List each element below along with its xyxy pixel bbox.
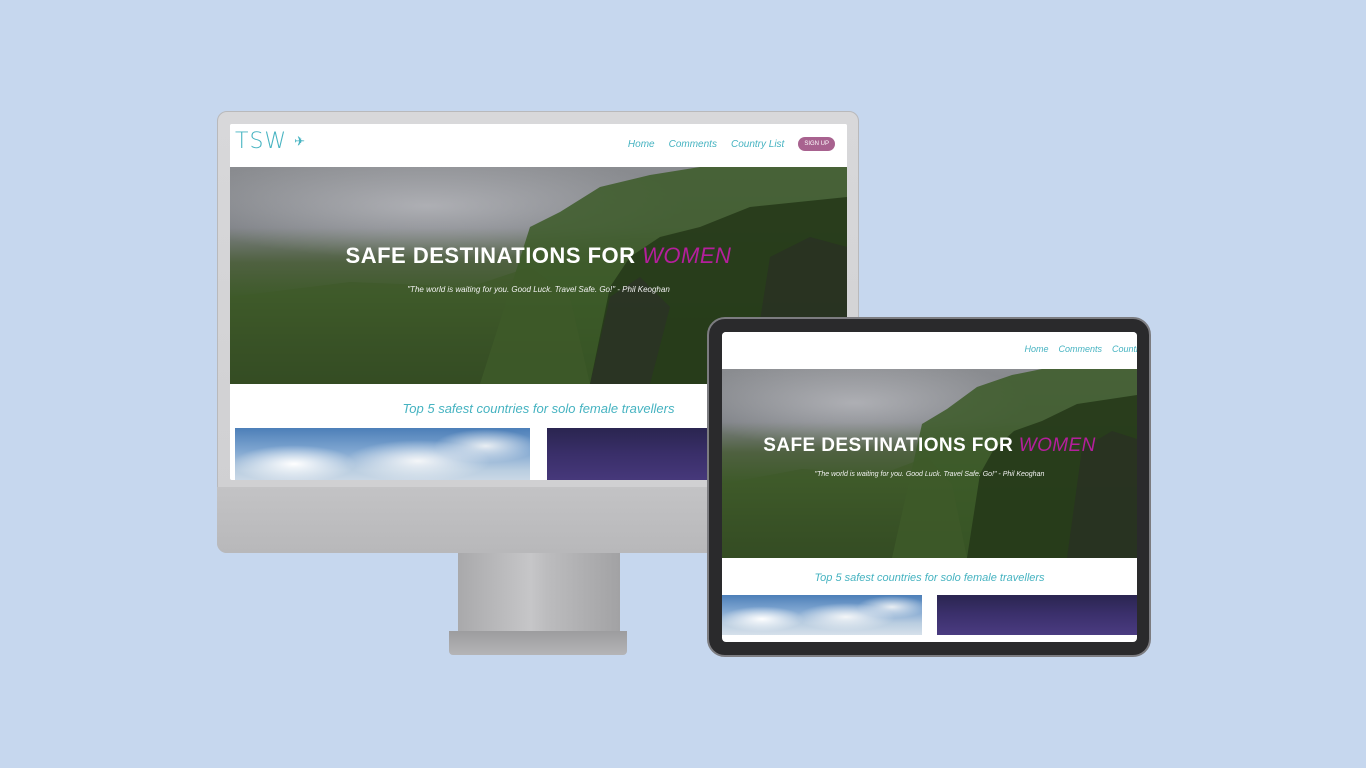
- hero-title-main: SAFE DESTINATIONS FOR: [345, 243, 636, 268]
- imac-stand-base: [449, 631, 627, 655]
- imac-stand: [458, 553, 620, 631]
- section-title: Top 5 safest countries for solo female t…: [814, 572, 1045, 584]
- airplane-icon: ✈: [294, 134, 306, 150]
- hero-title-accent: WOMEN: [1018, 435, 1096, 456]
- nav-links: Home Comments Countr: [1024, 344, 1137, 354]
- nav-link-home[interactable]: Home: [1024, 344, 1048, 354]
- logo-text: TSW: [235, 129, 288, 154]
- hero-title-main: SAFE DESTINATIONS FOR: [763, 435, 1014, 456]
- hero-banner: SAFE DESTINATIONS FOR WOMEN "The world i…: [722, 369, 1137, 558]
- hero-title: SAFE DESTINATIONS FOR WOMEN: [722, 435, 1137, 457]
- country-card-image[interactable]: [937, 595, 1137, 635]
- country-card-image[interactable]: [235, 428, 530, 480]
- nav-link-country-list[interactable]: Country List: [731, 139, 784, 150]
- hero-landscape-image: [722, 369, 1137, 558]
- country-cards: [722, 595, 1137, 635]
- nav-link-home[interactable]: Home: [628, 139, 655, 150]
- nav-link-comments[interactable]: Comments: [669, 139, 717, 150]
- site-logo[interactable]: TSW ✈: [235, 129, 305, 154]
- hero-quote: "The world is waiting for you. Good Luck…: [407, 285, 670, 294]
- nav-link-comments[interactable]: Comments: [1058, 344, 1102, 354]
- signup-button[interactable]: SIGN UP: [798, 137, 835, 151]
- hero-quote: "The world is waiting for you. Good Luck…: [814, 471, 1045, 478]
- site-navbar: TSW ✈ Home Comments Country List SIGN UP: [230, 124, 847, 167]
- hero-title: SAFE DESTINATIONS FOR WOMEN: [230, 243, 847, 269]
- nav-links: Home Comments Country List SIGN UP: [628, 137, 835, 151]
- hero-title-accent: WOMEN: [642, 243, 732, 268]
- ipad-screen: Home Comments Countr SAFE DESTINATIONS F…: [722, 332, 1137, 642]
- site-navbar: Home Comments Countr: [722, 332, 1137, 369]
- country-card-image[interactable]: [722, 595, 922, 635]
- nav-link-country-list[interactable]: Countr: [1112, 344, 1137, 354]
- ipad-mockup: Home Comments Countr SAFE DESTINATIONS F…: [707, 317, 1151, 657]
